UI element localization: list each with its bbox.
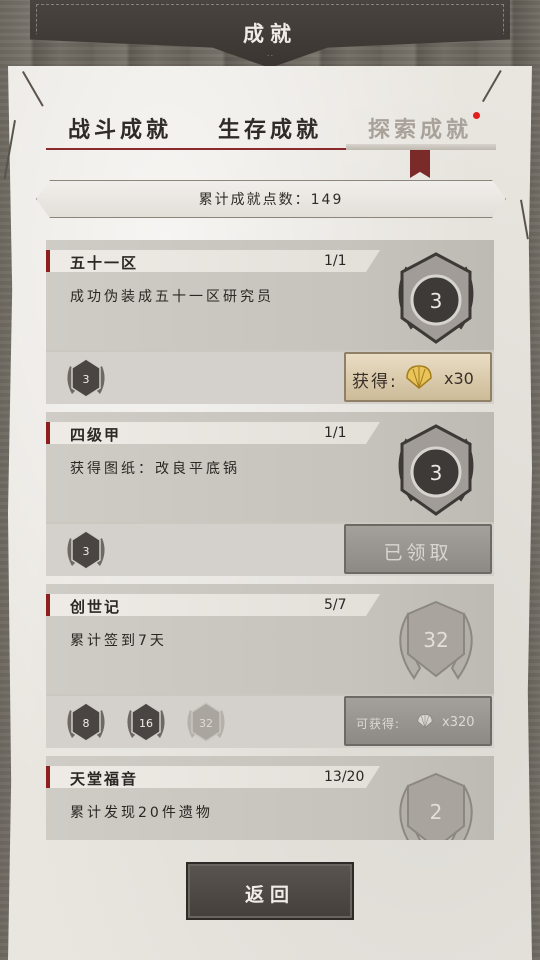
claim-reward-button[interactable]: 获得: x30 (344, 352, 492, 402)
achievement-card: 天堂福音 13/20 累计发现20件遗物 2 (46, 756, 494, 840)
available-reward-button: 可获得: x320 (344, 696, 492, 746)
achievement-title: 天堂福音 (70, 770, 139, 788)
points-bar: 累计成就点数：149 (36, 180, 506, 218)
achievement-card: 五十一区 1/1 成功伪装成五十一区研究员 3 3 获得: x30 (46, 240, 494, 404)
svg-text:8: 8 (83, 717, 90, 730)
points-text: 累计成就点数：149 (198, 192, 344, 208)
achievement-description: 累计签到7天 (70, 633, 167, 649)
svg-text:16: 16 (139, 717, 153, 730)
claimed-button: 已领取 (344, 524, 492, 574)
achievement-card: 四级甲 1/1 获得图纸：改良平底锅 3 3 已领取 (46, 412, 494, 576)
svg-text:3: 3 (83, 373, 90, 386)
tier-medal-icon: 3 (67, 358, 105, 398)
tier-medal-icon: 3 (67, 530, 105, 570)
achievement-description: 成功伪装成五十一区研究员 (70, 289, 274, 305)
achievement-card: 创世记 5/7 累计签到7天 32 8 16 32 可获得: x320 (46, 584, 494, 748)
page-title: 成就 (243, 22, 297, 46)
tab-survival[interactable]: 生存成就 (218, 112, 322, 144)
achievement-progress: 1/1 (324, 425, 347, 441)
shell-icon (406, 365, 432, 389)
locked-tier-medal-icon: 32 (187, 702, 225, 742)
achievement-title: 四级甲 (70, 426, 122, 444)
tier-medal-icon: 16 (127, 702, 165, 742)
locked-medal-icon: 32 (399, 600, 473, 680)
achievement-title: 创世记 (70, 598, 122, 616)
achievement-description: 累计发现20件遗物 (70, 805, 213, 821)
achievement-medal-icon: 3 (398, 252, 474, 344)
tab-combat[interactable]: 战斗成就 (68, 112, 172, 144)
active-tab-indicator (346, 144, 496, 150)
achievement-medal-icon: 3 (398, 424, 474, 516)
achievement-list[interactable]: 五十一区 1/1 成功伪装成五十一区研究员 3 3 获得: x30 四级甲 1/… (46, 240, 494, 840)
svg-text:3: 3 (430, 461, 443, 485)
achievement-title: 五十一区 (70, 254, 139, 272)
svg-text:2: 2 (430, 800, 443, 824)
achievement-description: 获得图纸：改良平底锅 (70, 461, 240, 477)
medal-value: 3 (430, 289, 443, 313)
back-button[interactable]: 返回 (186, 862, 354, 920)
notification-dot (473, 112, 480, 119)
achievement-progress: 5/7 (324, 597, 347, 613)
svg-text:32: 32 (199, 717, 213, 730)
svg-text:3: 3 (83, 545, 90, 558)
locked-medal-icon: 2 (399, 772, 473, 840)
achievement-progress: 13/20 (324, 769, 365, 785)
tab-exploration[interactable]: 探索成就 (368, 112, 472, 144)
achievement-progress: 1/1 (324, 253, 347, 269)
shell-icon (417, 713, 433, 729)
svg-text:32: 32 (423, 628, 448, 652)
tier-medal-icon: 8 (67, 702, 105, 742)
